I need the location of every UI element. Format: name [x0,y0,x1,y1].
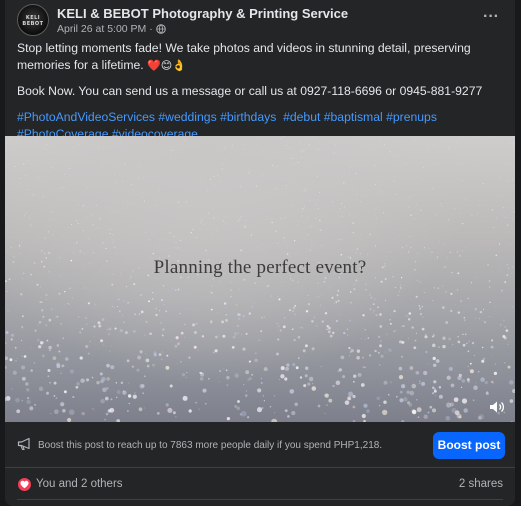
hashtag-link[interactable]: #prenups [386,110,437,124]
post-text-paragraph-1: Stop letting moments fade! We take photo… [17,40,503,74]
post-header: KELI BEBOT KELI & BEBOT Photography & Pr… [17,4,503,36]
globe-icon [155,24,166,34]
boost-post-button[interactable]: Boost post [433,432,505,459]
hashtag-link[interactable]: #PhotoAndVideoServices [17,110,155,124]
post-emoji: ❤️😊👌 [147,59,186,72]
post-meta: April 26 at 5:00 PM · [57,23,166,35]
hashtag-link[interactable]: #birthdays [220,110,276,124]
boost-description: Boost this post to reach up to 7863 more… [38,440,383,451]
megaphone-icon [17,437,30,451]
boost-bar: Boost this post to reach up to 7863 more… [5,422,515,468]
more-options-button[interactable]: ··· [477,6,505,34]
love-reaction-icon [17,477,32,492]
meta-separator: · [149,23,153,35]
shares-count[interactable]: 2 shares [459,478,503,490]
avatar-logo-text: KELI BEBOT [22,15,44,27]
video-caption: Planning the perfect event? [153,257,367,278]
post-card: KELI BEBOT KELI & BEBOT Photography & Pr… [5,0,515,506]
post-text-paragraph-2: Book Now. You can send us a message or c… [17,84,483,98]
post-video[interactable]: Planning the perfect event? [5,136,515,422]
hashtag-link[interactable]: #debut [283,110,320,124]
reactions-row: You and 2 others 2 shares [17,474,503,496]
hashtag-link[interactable]: #baptismal [324,110,383,124]
post-text-line1: Stop letting moments fade! We take photo… [17,41,471,72]
divider [17,499,503,500]
reactions-count[interactable]: You and 2 others [36,478,123,490]
page-name-link[interactable]: KELI & BEBOT Photography & Printing Serv… [57,6,348,21]
heart-icon [20,480,29,489]
hashtag-link[interactable]: #weddings [158,110,216,124]
page-avatar[interactable]: KELI BEBOT [17,4,49,36]
glitter-texture [5,136,515,422]
post-date[interactable]: April 26 at 5:00 PM [57,23,146,35]
volume-icon[interactable] [489,400,505,414]
